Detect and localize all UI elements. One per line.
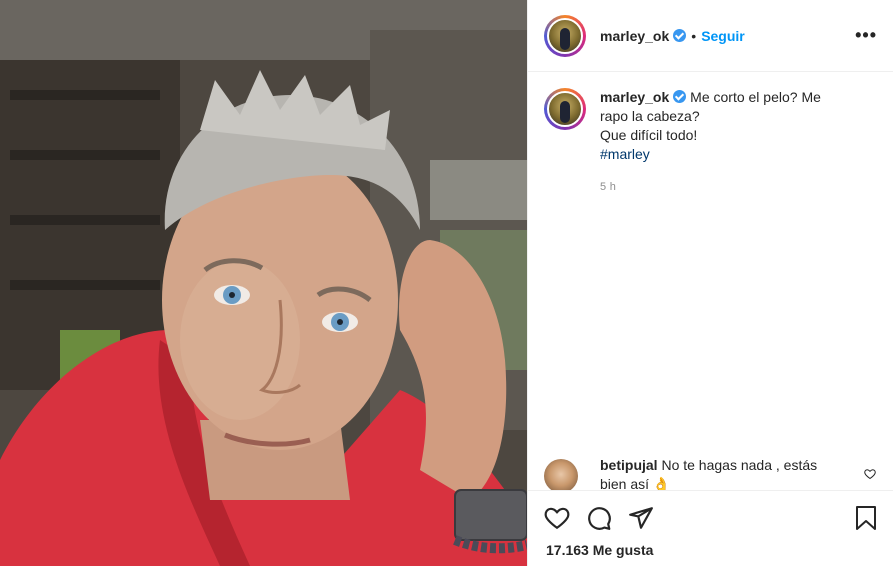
- separator-dot: •: [691, 27, 697, 44]
- caption-username[interactable]: marley_ok: [600, 89, 669, 105]
- photo-illustration: [0, 0, 527, 566]
- comment-text: betipujal No te hagas nada , estás bien …: [600, 456, 840, 490]
- caption-avatar[interactable]: [544, 88, 586, 130]
- avatar-image: [547, 91, 583, 127]
- more-options-icon[interactable]: •••: [855, 25, 877, 46]
- verified-icon: [673, 29, 687, 42]
- author-avatar[interactable]: [544, 14, 586, 57]
- likes-count[interactable]: 17.163 Me gusta: [546, 542, 653, 558]
- comment-icon[interactable]: [586, 505, 612, 536]
- comment-item: betipujal No te hagas nada , estás bien …: [544, 456, 878, 490]
- follow-button[interactable]: Seguir: [701, 28, 745, 44]
- post-timestamp[interactable]: 5 h: [600, 181, 893, 193]
- avatar-image: [547, 17, 583, 54]
- hashtag-link[interactable]: #marley: [600, 145, 860, 164]
- bookmark-icon[interactable]: [854, 505, 878, 536]
- verified-icon: [673, 90, 687, 103]
- action-bar: [528, 490, 893, 536]
- commenter-avatar[interactable]: [544, 459, 578, 490]
- comment-like-icon[interactable]: [864, 468, 876, 483]
- author-username[interactable]: marley_ok: [600, 28, 669, 44]
- share-icon[interactable]: [628, 505, 654, 536]
- caption-line-2: rapo la cabeza?: [600, 108, 700, 124]
- caption-line-1: Me corto el pelo? Me: [690, 89, 821, 105]
- caption-text: marley_ok Me corto el pelo? Me rapo la c…: [600, 88, 860, 164]
- post-caption: marley_ok Me corto el pelo? Me rapo la c…: [528, 72, 893, 164]
- post-header: marley_ok • Seguir •••: [528, 0, 893, 72]
- caption-line-3: Que difícil todo!: [600, 127, 698, 143]
- heart-icon[interactable]: [544, 505, 570, 536]
- commenter-username[interactable]: betipujal: [600, 457, 658, 473]
- post-photo[interactable]: [0, 0, 527, 566]
- post-details-panel: marley_ok • Seguir ••• marley_ok Me cort…: [527, 0, 893, 566]
